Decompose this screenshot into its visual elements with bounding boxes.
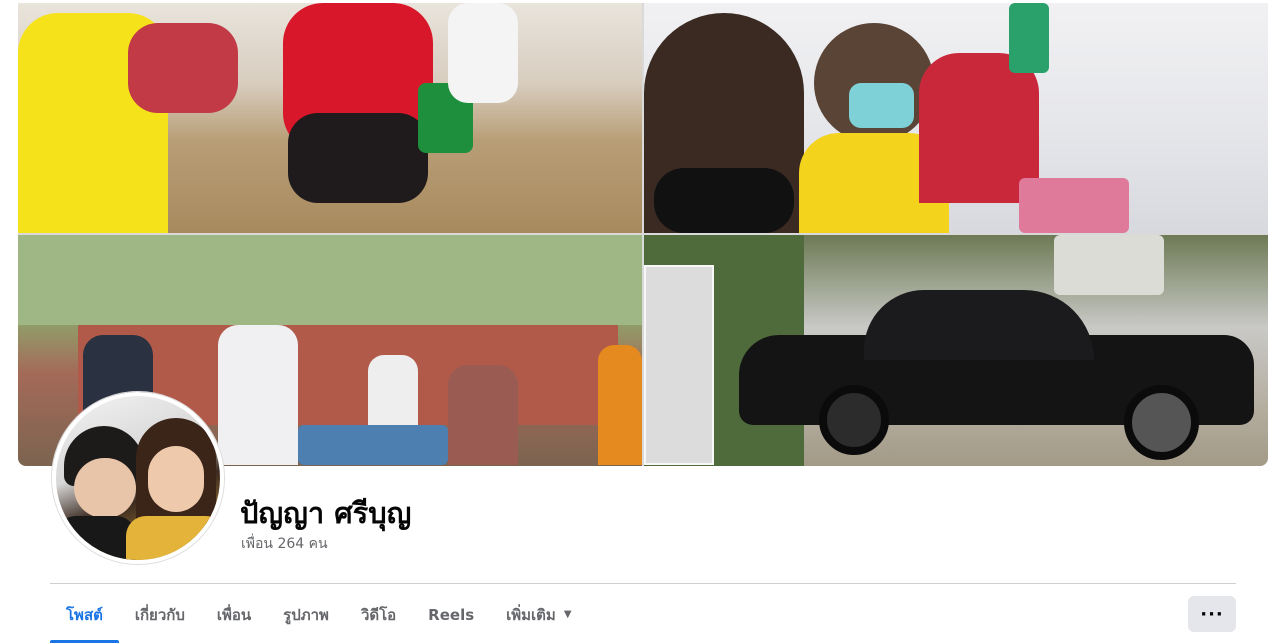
tab-label: Reels [428, 605, 475, 624]
profile-name: ปัญญา ศรีบุญ [240, 496, 412, 530]
tab-posts[interactable]: โพสต์ [50, 586, 119, 643]
tab-more[interactable]: เพิ่มเติม ▼ [490, 586, 587, 643]
more-horizontal-icon: ··· [1200, 603, 1224, 625]
tab-label: รูปภาพ [283, 605, 329, 624]
cover-photo-selfie-masks [644, 3, 1268, 233]
tab-videos[interactable]: วิดีโอ [345, 586, 412, 643]
cover-photo[interactable] [18, 3, 1268, 466]
tab-label: เพิ่มเติม [506, 605, 556, 624]
more-options-button[interactable]: ··· [1188, 596, 1236, 632]
tab-friends[interactable]: เพื่อน [201, 586, 267, 643]
cover-photo-temple-offering [18, 3, 642, 233]
divider [50, 583, 1236, 584]
tab-label: เกี่ยวกับ [134, 605, 185, 624]
cover-photo-black-car [644, 235, 1268, 466]
profile-tabs: โพสต์ เกี่ยวกับ เพื่อน รูปภาพ วิดีโอ Ree… [50, 586, 588, 643]
profile-picture[interactable] [52, 392, 224, 564]
tab-about[interactable]: เกี่ยวกับ [119, 586, 201, 643]
caret-down-icon: ▼ [563, 609, 572, 620]
tab-label: โพสต์ [66, 605, 103, 624]
tab-label: เพื่อน [216, 605, 252, 624]
tab-reels[interactable]: Reels [412, 586, 490, 643]
tab-photos[interactable]: รูปภาพ [267, 586, 345, 643]
tab-label: วิดีโอ [360, 605, 397, 624]
friends-count[interactable]: เพื่อน 264 คน [241, 533, 328, 555]
